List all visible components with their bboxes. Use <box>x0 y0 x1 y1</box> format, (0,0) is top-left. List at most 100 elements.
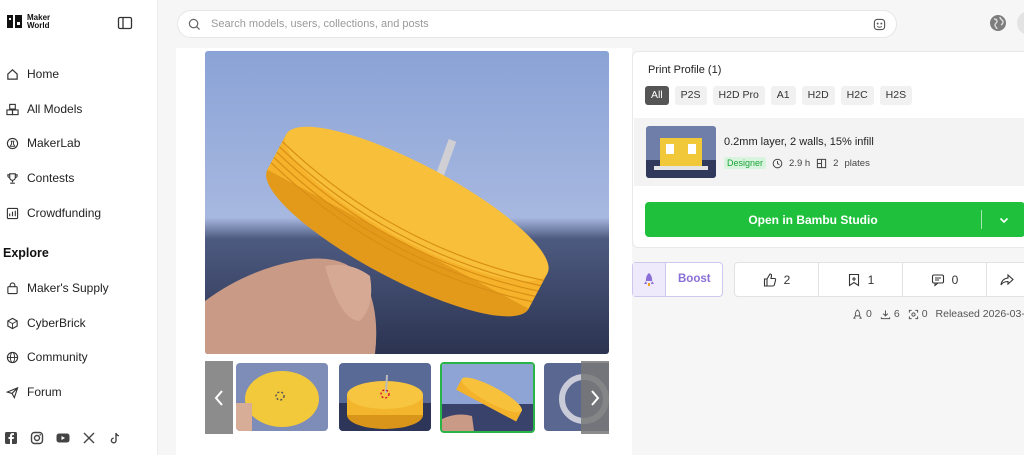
send-icon <box>6 386 19 399</box>
sidebar-item-label: CyberBrick <box>27 316 86 330</box>
download-icon <box>880 309 890 319</box>
boost-icon-box <box>633 263 666 296</box>
chevron-right-icon <box>591 389 600 406</box>
filter-chip-h2d[interactable]: H2D <box>801 86 835 105</box>
sidebar-item-contests[interactable]: Contests <box>6 168 74 188</box>
profile-thumbnail-image <box>646 126 716 178</box>
search-input[interactable] <box>211 18 873 30</box>
profile-thumbnail <box>646 126 716 178</box>
makerworld-logo-icon <box>7 15 22 28</box>
sidebar-item-home[interactable]: Home <box>6 64 59 84</box>
sidebar-item-label: Community <box>27 350 88 364</box>
x-icon[interactable] <box>82 431 96 445</box>
open-in-bambu-studio-button[interactable]: Open in Bambu Studio <box>645 202 1024 237</box>
sidebar-item-forum[interactable]: Forum <box>6 382 62 402</box>
tiktok-icon[interactable] <box>108 431 122 445</box>
print-profile-card: Print Profile (1) All P2S H2D Pro A1 H2D… <box>632 51 1024 248</box>
filter-chip-h2s[interactable]: H2S <box>879 86 913 105</box>
plates-label: plates <box>844 157 870 169</box>
thumbnail-3[interactable] <box>440 362 535 433</box>
sidebar-item-cyberbrick[interactable]: CyberBrick <box>6 313 86 333</box>
print-profile-title: Print Profile (1) <box>648 64 722 76</box>
profile-meta: Designer 2.9 h 2 plates <box>724 157 870 169</box>
collect-button[interactable]: 1 <box>819 263 903 296</box>
user-avatar[interactable] <box>1017 11 1024 35</box>
thumbnail-image <box>236 363 328 431</box>
home-icon <box>7 68 18 80</box>
thumbnail-1[interactable] <box>236 363 328 431</box>
plates-count: 2 <box>833 157 839 169</box>
sidebar-item-makerlab[interactable]: MakerLab <box>6 133 80 153</box>
share-button[interactable] <box>987 263 1024 296</box>
youtube-icon[interactable] <box>56 431 70 445</box>
bag-icon <box>7 281 18 294</box>
facebook-icon[interactable] <box>4 431 18 445</box>
print-time: 2.9 h <box>789 157 811 169</box>
filter-chip-p2s[interactable]: P2S <box>674 86 707 105</box>
sidebar-item-all-models[interactable]: All Models <box>6 99 82 119</box>
like-button[interactable]: 2 <box>735 263 819 296</box>
thumbnail-next-button[interactable] <box>581 361 609 434</box>
print-profile-item[interactable]: 0.2mm layer, 2 walls, 15% infill Designe… <box>634 118 1024 186</box>
sidebar-item-community[interactable]: Community <box>6 347 88 367</box>
download-stat: 6 <box>880 308 900 320</box>
thumbnail-strip <box>205 361 609 434</box>
open-button-label: Open in Bambu Studio <box>748 212 878 227</box>
language-globe-icon[interactable] <box>989 14 1007 32</box>
instagram-icon[interactable] <box>30 431 44 445</box>
clock-icon <box>772 158 783 168</box>
logo[interactable]: Maker World <box>6 13 50 30</box>
main-photo <box>205 51 609 354</box>
comment-button[interactable]: 0 <box>903 263 987 296</box>
engagement-actions: 2 1 0 <box>734 262 1024 297</box>
search-bar <box>177 10 897 38</box>
designer-badge: Designer <box>724 157 767 169</box>
logo-text-line2: World <box>27 20 50 30</box>
image-search-icon[interactable] <box>873 18 886 31</box>
sidebar-item-label: Contests <box>27 171 75 185</box>
cubes-icon <box>6 103 19 115</box>
download-count: 6 <box>893 308 900 320</box>
profile-name: 0.2mm layer, 2 walls, 15% infill <box>724 136 874 148</box>
comment-icon <box>931 273 944 287</box>
print-icon <box>908 309 918 319</box>
filter-chip-h2c[interactable]: H2C <box>840 86 874 105</box>
explore-heading: Explore <box>3 246 49 260</box>
thumbs-up-icon <box>763 272 776 287</box>
rocket-icon <box>644 272 654 286</box>
boost-button[interactable]: Boost <box>632 262 723 297</box>
sidebar-collapse-icon[interactable] <box>117 15 133 31</box>
thumbnail-image <box>339 363 431 431</box>
boost-count: 0 <box>866 308 872 320</box>
globe-icon <box>6 351 19 363</box>
comment-count: 0 <box>951 272 959 287</box>
filter-chip-h2d-pro[interactable]: H2D Pro <box>712 86 765 105</box>
boost-stat: 0 <box>852 308 872 320</box>
search-icon <box>188 18 201 30</box>
sidebar-item-makers-supply[interactable]: Maker's Supply <box>6 278 109 298</box>
printer-filter-tabs: All P2S H2D Pro A1 H2D H2C H2S <box>645 86 913 105</box>
chevron-down-icon[interactable] <box>997 213 1011 227</box>
button-divider <box>981 210 982 229</box>
model-main-image[interactable] <box>205 51 609 354</box>
boost-label: Boost <box>678 273 711 285</box>
sidebar: Maker World Home All Models MakerLab Con… <box>0 0 158 455</box>
sidebar-item-label: Home <box>27 67 60 81</box>
sidebar-item-crowdfunding[interactable]: Crowdfunding <box>6 203 101 223</box>
sidebar-item-label: Maker's Supply <box>27 281 109 295</box>
print-stat: 0 <box>908 308 928 320</box>
share-icon <box>1000 273 1014 285</box>
sidebar-item-label: Forum <box>27 385 62 399</box>
brick-icon <box>7 317 18 329</box>
chevron-left-icon <box>214 389 223 406</box>
filter-chip-a1[interactable]: A1 <box>770 86 796 105</box>
thumbnail-2[interactable] <box>339 363 431 431</box>
filter-chip-all[interactable]: All <box>645 86 669 105</box>
sidebar-item-label: Crowdfunding <box>27 206 102 220</box>
thumbnail-prev-button[interactable] <box>205 361 233 434</box>
lab-icon <box>6 137 19 149</box>
sidebar-item-label: MakerLab <box>27 136 81 150</box>
thumbnail-image <box>442 364 533 431</box>
rocket-outline-icon <box>852 308 863 319</box>
plates-icon <box>817 158 827 168</box>
